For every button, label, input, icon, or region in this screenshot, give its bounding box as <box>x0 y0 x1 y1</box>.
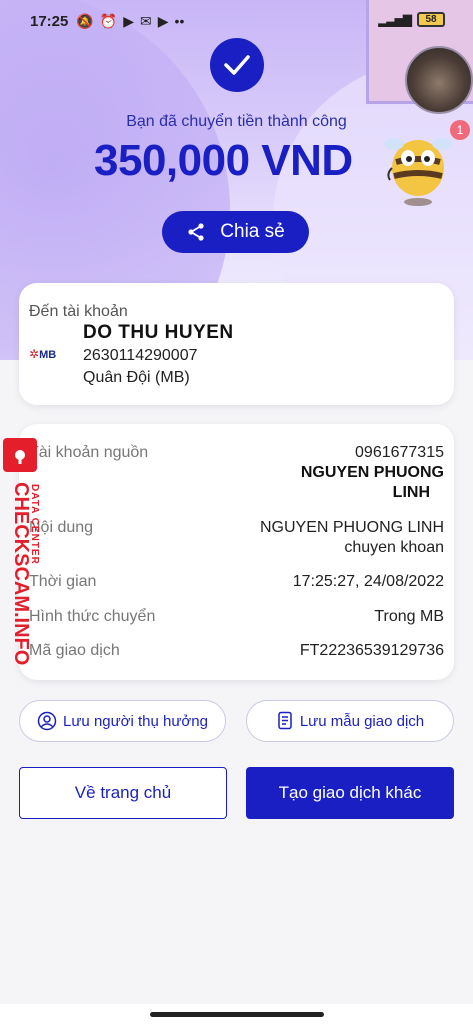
new-transaction-button[interactable]: Tạo giao dịch khác <box>246 767 454 819</box>
method-value: Trong MB <box>374 608 444 625</box>
save-beneficiary-label: Lưu người thụ hưởng <box>63 712 208 730</box>
share-icon <box>188 223 204 241</box>
messenger-icon: ✉ <box>140 12 152 29</box>
alarm-icon: ⏰ <box>99 12 118 29</box>
home-button[interactable]: Về trang chủ <box>19 767 227 819</box>
recipient-account-number: 2630114290007 <box>83 347 198 364</box>
recipient-bank-name: Quân Đội (MB) <box>83 369 190 386</box>
source-name-line2: LINH <box>392 484 430 501</box>
transaction-details-card: Tài khoản nguồn 0961677315 NGUYEN PHUONG… <box>19 424 454 680</box>
save-beneficiary-button[interactable]: Lưu người thụ hưởng <box>19 700 226 742</box>
success-check-icon <box>210 38 264 92</box>
save-template-label: Lưu mẫu giao dịch <box>299 712 425 730</box>
watermark-lock-icon <box>3 438 37 472</box>
source-account-number: 0961677315 <box>355 444 444 461</box>
play-icon: ▶ <box>157 12 169 29</box>
transaction-id-label: Mã giao dịch <box>29 642 120 659</box>
transaction-id-value: FT22236539129736 <box>299 642 444 659</box>
save-template-button[interactable]: Lưu mẫu giao dịch <box>246 700 454 742</box>
to-account-label: Đến tài khoản <box>29 303 128 320</box>
time-value: 17:25:27, 24/08/2022 <box>292 573 444 590</box>
user-icon <box>37 711 57 731</box>
bee-mascot-icon <box>384 138 452 206</box>
content-row: Nội dung NGUYEN PHUONG LINH chuyen khoan <box>29 519 444 559</box>
signal-icon: ▂▃▅▇ <box>378 12 412 27</box>
home-indicator[interactable] <box>150 1012 324 1017</box>
transfer-amount: 350,000 VND <box>94 136 353 185</box>
chat-head-avatar[interactable] <box>405 46 473 114</box>
more-icon: •• <box>174 13 185 29</box>
document-icon <box>278 711 292 730</box>
share-button[interactable]: Chia sẻ <box>162 211 309 253</box>
source-name-line1: NGUYEN PHUONG <box>300 464 444 481</box>
watermark-sub: DATA CENTER <box>29 484 40 565</box>
method-label: Hình thức chuyển <box>29 608 156 625</box>
time-label: Thời gian <box>29 573 97 590</box>
recipient-name: DO THU HUYEN <box>83 322 234 343</box>
source-account-label: Tài khoản nguồn <box>29 444 149 461</box>
content-line2: chuyen khoan <box>344 539 444 556</box>
mb-bank-logo: ✲MB <box>29 347 57 361</box>
notification-badge: 1 <box>450 120 470 140</box>
status-bar: 17:25 🔕 ⏰ ▶ ✉ ▶ •• ▂▃▅▇ 58 <box>0 0 473 42</box>
youtube-icon: ▶ <box>123 12 135 29</box>
mute-icon: 🔕 <box>76 12 94 29</box>
share-label: Chia sẻ <box>220 221 285 242</box>
battery-icon: 58 <box>417 12 445 27</box>
source-account-row: Tài khoản nguồn 0961677315 NGUYEN PHUONG… <box>29 444 444 524</box>
status-time: 17:25 <box>30 12 69 30</box>
recipient-card: Đến tài khoản ✲MB DO THU HUYEN 263011429… <box>19 283 454 405</box>
content-line1: NGUYEN PHUONG LINH <box>259 519 444 536</box>
